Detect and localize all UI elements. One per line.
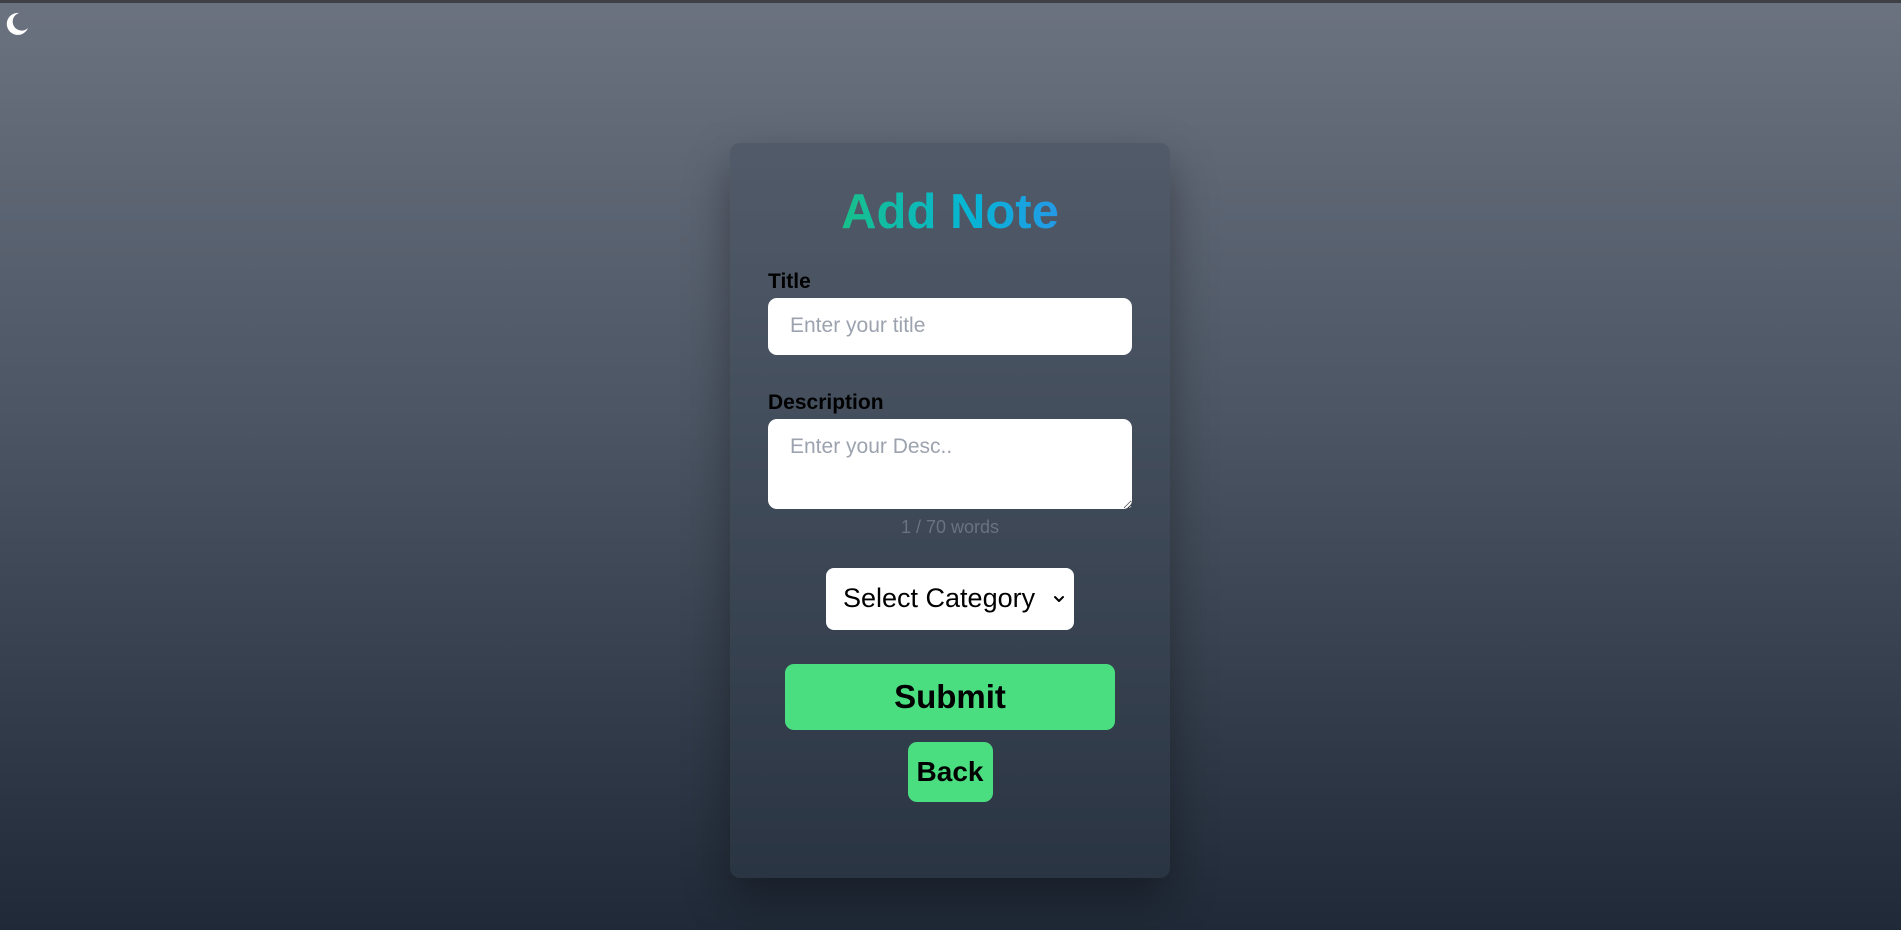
add-note-card: Add Note Title Description 1 / 70 words … — [730, 143, 1170, 878]
theme-toggle-button[interactable] — [4, 11, 30, 37]
title-input[interactable] — [768, 297, 1132, 355]
page-title: Add Note — [768, 183, 1132, 242]
moon-icon — [6, 12, 29, 35]
chevron-down-icon — [1054, 595, 1064, 602]
category-select-value: Select Category — [843, 583, 1036, 614]
word-count: 1 / 70 words — [900, 516, 1000, 537]
title-label: Title — [768, 269, 811, 293]
submit-button[interactable]: Submit — [785, 663, 1115, 730]
description-textarea[interactable] — [768, 418, 1132, 509]
description-label: Description — [768, 390, 884, 414]
category-select-wrapper: Select Category — [768, 567, 1132, 630]
back-button[interactable]: Back — [907, 741, 993, 802]
category-select[interactable]: Select Category — [826, 567, 1074, 630]
